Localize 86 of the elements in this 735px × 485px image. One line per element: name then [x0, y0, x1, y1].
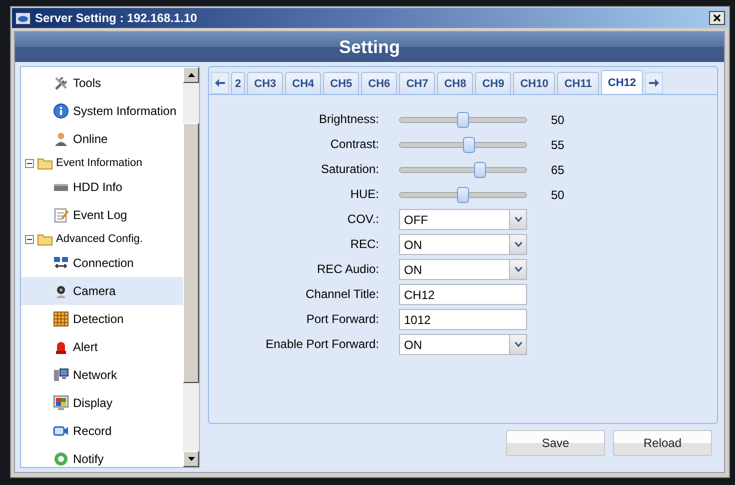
channel-tab[interactable]: 2	[231, 72, 246, 94]
dropdown[interactable]: ON	[399, 334, 527, 355]
channel-tab[interactable]: CH7	[399, 72, 436, 94]
channel-tab[interactable]: CH10	[513, 72, 556, 94]
header-title: Setting	[339, 36, 400, 58]
arrow-right-icon	[649, 79, 660, 87]
field-label: HUE:	[349, 186, 379, 203]
collapse-icon[interactable]	[25, 234, 34, 244]
channel-tab[interactable]: CH3	[247, 72, 284, 94]
siren-icon	[53, 339, 69, 355]
field-label: REC:	[349, 236, 379, 253]
folder-icon	[37, 232, 53, 246]
slider-thumb[interactable]	[457, 112, 469, 128]
scroll-down-icon[interactable]	[183, 451, 199, 467]
sidebar-item[interactable]: Connection	[21, 249, 183, 277]
sidebar-item[interactable]: HDD Info	[21, 173, 183, 201]
dropdown[interactable]: ON	[399, 234, 527, 255]
scroll-left-button[interactable]	[211, 72, 229, 94]
sidebar-item[interactable]: Detection	[21, 305, 183, 333]
action-button[interactable]: Reload	[613, 430, 712, 456]
tree-group[interactable]: Advanced Config.	[21, 229, 183, 249]
input-field[interactable]: 1012	[399, 309, 527, 330]
sidebar-item[interactable]: Online	[21, 125, 183, 153]
connection-icon	[53, 255, 69, 271]
chevron-down-icon	[514, 242, 522, 247]
field-label: REC Audio:	[316, 261, 379, 278]
channel-tab[interactable]: CH8	[437, 72, 474, 94]
sidebar-item[interactable]: System Information	[21, 97, 183, 125]
sidebar-item[interactable]: Record	[21, 417, 183, 445]
channel-tab[interactable]: CH12	[600, 70, 644, 94]
input-field[interactable]: CH12	[399, 284, 527, 305]
slider-track[interactable]	[399, 186, 527, 202]
scrollbar[interactable]	[183, 67, 199, 467]
chevron-down-icon	[514, 217, 522, 222]
tools-icon	[53, 75, 69, 91]
channel-tab[interactable]: CH9	[475, 72, 512, 94]
sidebar-item[interactable]: Event Log	[21, 201, 183, 229]
sidebar-item[interactable]: Camera	[21, 277, 183, 305]
folder-icon	[37, 156, 53, 170]
monitor-icon	[53, 395, 69, 411]
scrollbar-thumb[interactable]	[183, 123, 199, 383]
app-icon	[15, 11, 31, 25]
channel-tab[interactable]: CH6	[361, 72, 398, 94]
slider-track[interactable]	[399, 162, 527, 178]
channel-tab[interactable]: CH11	[557, 72, 599, 94]
slider-thumb[interactable]	[474, 162, 486, 178]
grid-icon	[53, 311, 69, 327]
slider-track[interactable]	[399, 112, 527, 128]
field-label: Contrast:	[329, 136, 379, 153]
slider-value: 50	[551, 112, 566, 126]
slider-value: 50	[551, 188, 566, 202]
sidebar-item[interactable]: Display	[21, 389, 183, 417]
slider-value: 65	[551, 162, 566, 176]
dropdown[interactable]: OFF	[399, 209, 527, 230]
dropdown[interactable]: ON	[399, 259, 527, 280]
field-label: COV.:	[346, 211, 379, 228]
tree-group[interactable]: Event Information	[21, 153, 183, 173]
channel-tab[interactable]: CH4	[285, 72, 322, 94]
slider-thumb[interactable]	[457, 186, 469, 202]
sidebar-item[interactable]: Tools	[21, 69, 183, 97]
window-title: Server Setting : 192.168.1.10	[35, 11, 198, 25]
sidebar-item[interactable]: Alert	[21, 333, 183, 361]
network-icon	[53, 367, 69, 383]
scroll-up-icon[interactable]	[183, 67, 199, 83]
chevron-down-icon	[514, 342, 522, 347]
info-icon	[53, 103, 69, 119]
slider-track[interactable]	[399, 136, 527, 152]
collapse-icon[interactable]	[25, 158, 34, 168]
close-icon	[713, 14, 721, 22]
slider-thumb[interactable]	[462, 136, 475, 152]
close-button[interactable]	[709, 11, 725, 25]
field-label: Port Forward:	[305, 311, 379, 328]
sidebar-item[interactable]: Notify	[21, 445, 183, 467]
person-icon	[53, 131, 69, 147]
channel-tab[interactable]: CH5	[323, 72, 360, 94]
chevron-down-icon	[514, 267, 522, 272]
notepad-icon	[53, 207, 69, 223]
field-label: Saturation:	[320, 161, 379, 178]
action-button[interactable]: Save	[506, 430, 605, 456]
arrow-left-icon	[215, 79, 225, 87]
field-label: Enable Port Forward:	[264, 336, 379, 353]
field-label: Brightness:	[318, 111, 379, 128]
scroll-right-button[interactable]	[645, 72, 664, 94]
sidebar-item[interactable]: Network	[21, 361, 183, 389]
field-label: Channel Title:	[304, 286, 379, 303]
slider-value: 55	[551, 138, 566, 152]
